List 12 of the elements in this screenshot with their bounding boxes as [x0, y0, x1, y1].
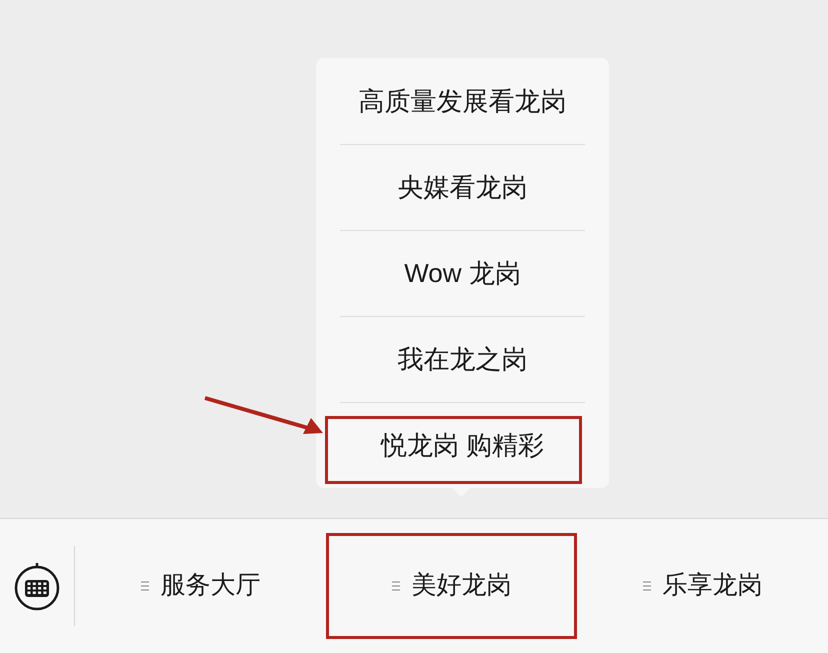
menu-tab[interactable]: 服务大厅: [75, 533, 326, 639]
menu-item[interactable]: 高质量发展看龙岗: [358, 82, 566, 120]
menu-item[interactable]: Wow 龙岗: [404, 254, 521, 293]
menu-tab[interactable]: 美好龙岗: [326, 533, 577, 639]
menu-item[interactable]: 央媒看龙岗: [398, 168, 528, 207]
menu-tab[interactable]: 乐享龙岗: [577, 533, 828, 639]
menu-icon: [642, 581, 650, 591]
keyboard-icon[interactable]: [12, 561, 62, 611]
menu-icon: [392, 581, 400, 591]
menu-item[interactable]: 悦龙岗 购精彩: [380, 426, 544, 465]
menu-item[interactable]: 我在龙之岗: [398, 340, 528, 379]
menu-icon: [140, 581, 148, 591]
